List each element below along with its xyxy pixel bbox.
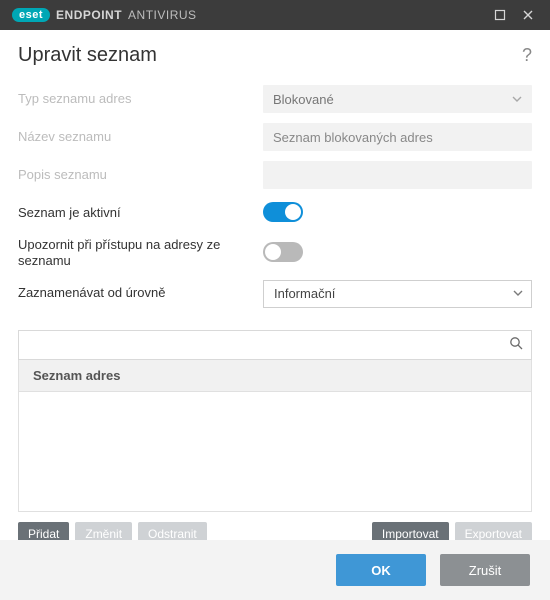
label-list-description: Popis seznamu	[18, 167, 263, 183]
page-title: Upravit seznam	[18, 44, 522, 67]
select-value: Blokované	[273, 92, 334, 107]
chevron-down-icon	[512, 92, 522, 107]
ok-button[interactable]: OK	[336, 554, 426, 586]
brand-badge: eset	[12, 8, 50, 22]
label-notify-on-access: Upozornit při přístupu na adresy ze sezn…	[18, 237, 263, 270]
address-list-header: Seznam adres	[18, 360, 532, 392]
select-log-level[interactable]: Informační	[263, 280, 532, 308]
toggle-notify-on-access[interactable]	[263, 242, 303, 262]
input-list-description	[263, 161, 532, 189]
input-value: Seznam blokovaných adres	[273, 130, 433, 145]
search-input[interactable]	[27, 331, 509, 359]
brand-text-strong: ENDPOINT	[56, 8, 122, 22]
chevron-down-icon	[513, 286, 523, 301]
search-bar[interactable]	[18, 330, 532, 360]
brand-text-light: ANTIVIRUS	[128, 8, 197, 22]
title-bar: eset ENDPOINT ANTIVIRUS	[0, 0, 550, 30]
help-button[interactable]: ?	[522, 45, 532, 66]
maximize-button[interactable]	[486, 1, 514, 29]
address-list-body[interactable]	[18, 392, 532, 512]
label-log-level: Zaznamenávat od úrovně	[18, 285, 263, 301]
close-button[interactable]	[514, 1, 542, 29]
search-icon[interactable]	[509, 336, 523, 353]
label-list-active: Seznam je aktivní	[18, 205, 263, 221]
dialog-footer: OK Zrušit	[0, 540, 550, 600]
select-value: Informační	[274, 286, 335, 301]
app-brand: eset ENDPOINT ANTIVIRUS	[12, 8, 197, 22]
label-list-name: Název seznamu	[18, 129, 263, 145]
toggle-list-active[interactable]	[263, 202, 303, 222]
select-address-list-type: Blokované	[263, 85, 532, 113]
cancel-button[interactable]: Zrušit	[440, 554, 530, 586]
input-list-name: Seznam blokovaných adres	[263, 123, 532, 151]
label-address-list-type: Typ seznamu adres	[18, 91, 263, 107]
